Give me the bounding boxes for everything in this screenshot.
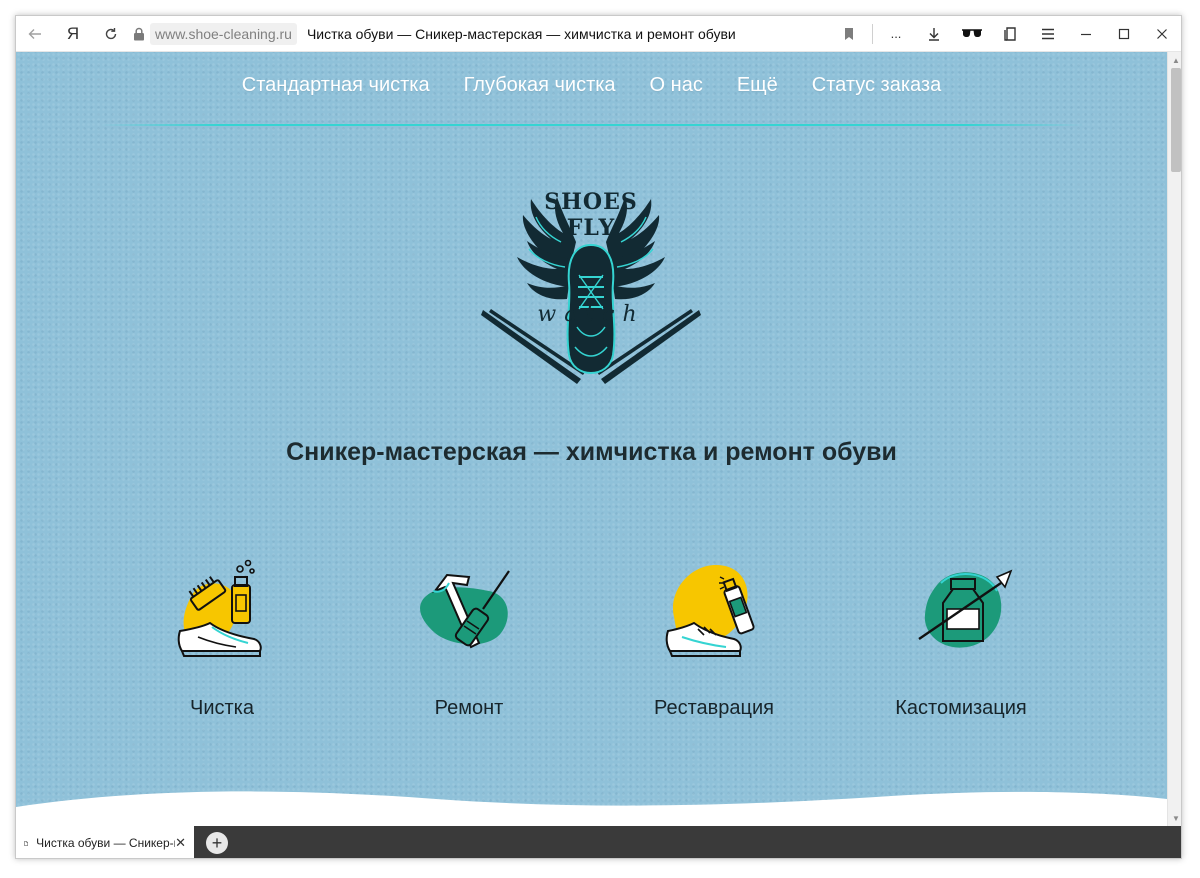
bookmark-icon — [845, 27, 853, 40]
main-nav: Стандартная чистка Глубокая чистка О нас… — [16, 74, 1167, 97]
service-cleaning-icon-wrap — [162, 557, 282, 667]
service-repair-label: Ремонт — [434, 697, 504, 719]
nav-item-order-status[interactable]: Статус заказа — [795, 74, 958, 97]
maximize-button[interactable] — [1105, 16, 1143, 52]
services-row: Чистка Ремонт Реставрация Кастомизация — [16, 557, 1167, 737]
nav-item-standard-cleaning[interactable]: Стандартная чистка — [225, 74, 447, 97]
service-customization[interactable]: Кастомизация — [861, 557, 1061, 720]
service-repair[interactable]: Ремонт — [369, 557, 569, 720]
bookmark-button[interactable] — [830, 16, 868, 52]
glasses-icon — [962, 28, 982, 37]
new-tab-button[interactable]: + — [206, 832, 228, 854]
repair-tools-icon — [420, 570, 510, 649]
back-button[interactable] — [16, 16, 54, 52]
ellipsis-icon: ... — [890, 26, 902, 41]
service-repair-icon-wrap — [409, 557, 529, 667]
yandex-logo-icon: Я — [66, 23, 80, 43]
page-headline: Сникер-мастерская — химчистка и ремонт о… — [286, 438, 897, 466]
back-arrow-icon — [28, 28, 41, 39]
minimize-button[interactable] — [1067, 16, 1105, 52]
reload-icon — [105, 27, 117, 39]
plus-icon: + — [211, 833, 223, 853]
logo-text-shoes: SHOES — [544, 189, 638, 215]
reload-button[interactable] — [92, 16, 130, 52]
nav-item-about[interactable]: О нас — [633, 74, 720, 97]
close-icon — [1157, 28, 1167, 39]
service-cleaning-label: Чистка — [190, 697, 254, 719]
service-restoration-label: Реставрация — [654, 697, 774, 719]
page-scrollbar[interactable]: ▲ ▼ — [1167, 52, 1181, 826]
browser-window: Я www.shoe-cleaning.ru Чистка обуви — Сн… — [15, 15, 1182, 859]
menu-button[interactable] — [1029, 16, 1067, 52]
service-restoration-icon-wrap — [654, 557, 774, 667]
reader-button[interactable] — [953, 16, 991, 52]
tab-title: Чистка обуви — Сникер-мастерская — химчи… — [36, 836, 175, 850]
address-bar[interactable]: www.shoe-cleaning.ru Чистка обуви — Сник… — [130, 16, 830, 52]
toolbar-separator — [872, 23, 873, 44]
toolbar-actions: ... — [830, 16, 1181, 52]
nav-item-deep-cleaning[interactable]: Глубокая чистка — [447, 74, 633, 97]
page-icon — [24, 840, 29, 846]
scroll-thumb[interactable] — [1171, 68, 1181, 172]
sneaker-spray-icon — [665, 565, 755, 657]
lock-icon — [130, 16, 148, 52]
downloads-button[interactable] — [915, 16, 953, 52]
service-customization-label: Кастомизация — [895, 697, 1027, 719]
service-cleaning[interactable]: Чистка — [122, 557, 322, 720]
logo-text-fly: FLY — [566, 215, 616, 241]
url-domain[interactable]: www.shoe-cleaning.ru — [150, 22, 297, 45]
nav-item-more[interactable]: Ещё — [720, 74, 795, 97]
download-icon — [929, 27, 939, 41]
service-restoration[interactable]: Реставрация — [614, 557, 814, 720]
page-viewport: Стандартная чистка Глубокая чистка О нас… — [16, 52, 1167, 826]
maximize-icon — [1118, 28, 1130, 39]
close-window-button[interactable] — [1143, 16, 1181, 52]
nav-divider — [100, 124, 1084, 126]
logo-text-watch: watch — [537, 302, 645, 327]
bottom-wave-divider — [16, 791, 1167, 826]
tab-active[interactable]: Чистка обуви — Сникер-мастерская — химчи… — [16, 826, 194, 858]
site-logo[interactable]: SHOES FLY watch — [481, 187, 701, 397]
browser-toolbar: Я www.shoe-cleaning.ru Чистка обуви — Сн… — [16, 16, 1181, 52]
address-page-title: Чистка обуви — Сникер-мастерская — химчи… — [306, 25, 736, 42]
minimize-icon — [1081, 33, 1091, 35]
yandex-button[interactable]: Я — [54, 16, 92, 52]
tab-bar: Чистка обуви — Сникер-мастерская — химчи… — [16, 826, 1181, 858]
tab-close-icon[interactable]: ✕ — [175, 835, 186, 851]
paint-brush-icon — [918, 569, 1013, 648]
hamburger-icon — [1042, 28, 1054, 39]
more-button[interactable]: ... — [877, 16, 915, 52]
scroll-up-icon[interactable]: ▲ — [1168, 52, 1181, 68]
sneaker-cleaning-icon — [177, 559, 262, 657]
scroll-down-icon[interactable]: ▼ — [1168, 810, 1181, 826]
service-customization-icon-wrap — [901, 557, 1021, 667]
collections-icon — [1004, 26, 1016, 41]
collections-button[interactable] — [991, 16, 1029, 52]
